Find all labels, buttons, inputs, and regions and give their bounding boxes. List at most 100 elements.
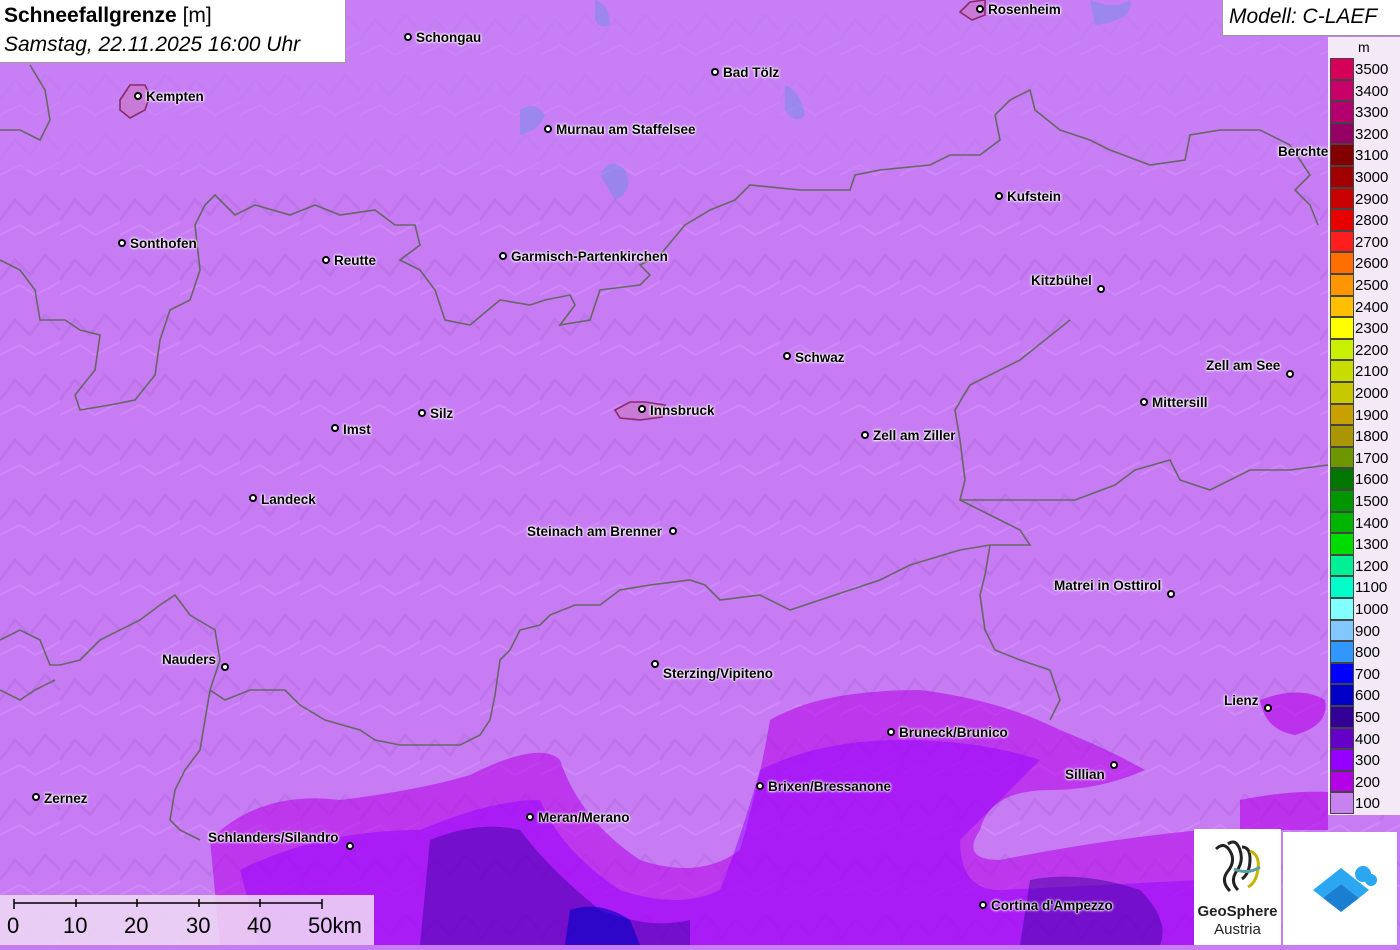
legend-label: 2700 [1355, 233, 1389, 251]
legend-label: 2400 [1355, 298, 1389, 316]
city-label: Mittersill [1152, 395, 1208, 410]
legend-label: 1400 [1355, 514, 1389, 532]
legend-swatch [1330, 122, 1354, 145]
legend-label: 3300 [1355, 104, 1389, 122]
city-label: Schongau [416, 30, 482, 45]
scale-label: 50km [308, 913, 362, 938]
city-label: Imst [343, 422, 371, 437]
city-dot [638, 405, 646, 413]
legend-entry: 3100 [1328, 144, 1400, 166]
legend-swatch [1330, 166, 1354, 188]
legend-entry: 1400 [1328, 511, 1400, 534]
city-dot [887, 728, 895, 736]
geosphere-logo-icon [1214, 840, 1261, 893]
city-label: Rosenheim [988, 2, 1061, 17]
city-label: Sillian [1065, 767, 1105, 782]
legend-label: 1900 [1355, 406, 1389, 424]
legend-swatch [1330, 403, 1354, 426]
city-dot [1167, 590, 1175, 598]
legend-label: 2300 [1355, 320, 1389, 338]
geosphere-logo[interactable]: GeoSphere Austria [1194, 829, 1281, 945]
legend-entry: 2100 [1328, 360, 1400, 382]
legend-label: 700 [1355, 665, 1381, 683]
legend-entry: 2300 [1328, 317, 1400, 339]
scale-label: 0 [7, 913, 20, 938]
legend-label: 1000 [1355, 601, 1389, 618]
legend-label: 800 [1355, 644, 1381, 662]
legend-label: 200 [1355, 773, 1381, 791]
scale-label: 20 [124, 913, 149, 938]
legend-label: 1800 [1355, 428, 1389, 446]
legend-entry: 3400 [1328, 79, 1400, 102]
legend-label: 400 [1355, 730, 1381, 748]
legend-label: 1500 [1355, 493, 1389, 510]
title-line: Schneefallgrenze [m] [4, 2, 341, 30]
city-label: Nauders [162, 652, 217, 667]
city-dot [995, 192, 1003, 200]
legend-swatch [1330, 792, 1354, 814]
legend-entry: 900 [1328, 619, 1400, 642]
city-label: Garmisch-Partenkirchen [511, 249, 668, 264]
city-label: Bad Tölz [723, 65, 780, 80]
city-label: Landeck [261, 492, 316, 507]
legend-entry: 500 [1328, 706, 1400, 728]
city-label: Sonthofen [130, 236, 197, 251]
legend-swatch [1330, 230, 1354, 253]
legend-swatch [1330, 554, 1354, 577]
legend-label: 1200 [1355, 557, 1389, 575]
legend-swatch [1330, 360, 1354, 382]
legend-entry: 2900 [1328, 187, 1400, 210]
legend-swatch [1330, 425, 1354, 447]
weather-app-logo[interactable] [1283, 832, 1397, 945]
city-dot [221, 663, 229, 671]
legend-swatch [1330, 317, 1354, 339]
legend-entry: 1700 [1328, 446, 1400, 469]
legend-swatch [1330, 274, 1354, 296]
legend-entry: 1600 [1328, 468, 1400, 490]
legend-swatch [1330, 641, 1354, 663]
city-label: Murnau am Staffelsee [556, 122, 696, 137]
map-canvas[interactable] [0, 0, 1400, 945]
city-dot [1097, 285, 1105, 293]
city-label: Sterzing/Vipiteno [663, 666, 774, 681]
city-dot [544, 125, 552, 133]
legend-label: 500 [1355, 709, 1381, 726]
legend-label: 2600 [1355, 255, 1389, 273]
city-dot [404, 33, 412, 41]
legend-swatch [1330, 749, 1354, 771]
city-dot [331, 424, 339, 432]
city-label: Zell am Ziller [873, 428, 956, 443]
legend-swatch [1330, 619, 1354, 642]
color-legend: m 3500 3400 3300 3200 3100 3000 2900 2800 2700 26… [1328, 37, 1400, 815]
city-dot [249, 494, 257, 502]
legend-entry: 1300 [1328, 533, 1400, 555]
city-dot [669, 527, 677, 535]
legend-entry: 400 [1328, 727, 1400, 750]
legend-entry: 1000 [1328, 598, 1400, 620]
legend-label: 2800 [1355, 212, 1389, 230]
city-dot [976, 5, 984, 13]
city-label: Matrei in Osttirol [1054, 578, 1162, 593]
city-dot [861, 431, 869, 439]
legend-label: 300 [1355, 752, 1381, 770]
legend-label: 2100 [1355, 363, 1389, 381]
legend-label: 3200 [1355, 125, 1389, 143]
legend-entry: 1200 [1328, 554, 1400, 577]
city-label: Berchte [1278, 144, 1329, 159]
legend-swatch [1330, 79, 1354, 102]
city-dot [1140, 398, 1148, 406]
city-label: Meran/Merano [538, 810, 630, 825]
city-dot [118, 239, 126, 247]
city-dot [1286, 370, 1294, 378]
geosphere-sub: Austria [1214, 921, 1261, 938]
legend-label: 1700 [1355, 449, 1389, 467]
legend-entry: 100 [1328, 792, 1400, 814]
model-label: Modell: C-LAEF [1222, 0, 1400, 36]
city-dot [1264, 704, 1272, 712]
legend-swatch [1330, 468, 1354, 490]
legend-label: 3100 [1355, 147, 1389, 165]
legend-entry: 3200 [1328, 122, 1400, 145]
city-dot [979, 901, 987, 909]
forecast-datetime: Samstag, 22.11.2025 16:00 Uhr [4, 33, 301, 56]
parameter-name: Schneefallgrenze [4, 4, 177, 27]
